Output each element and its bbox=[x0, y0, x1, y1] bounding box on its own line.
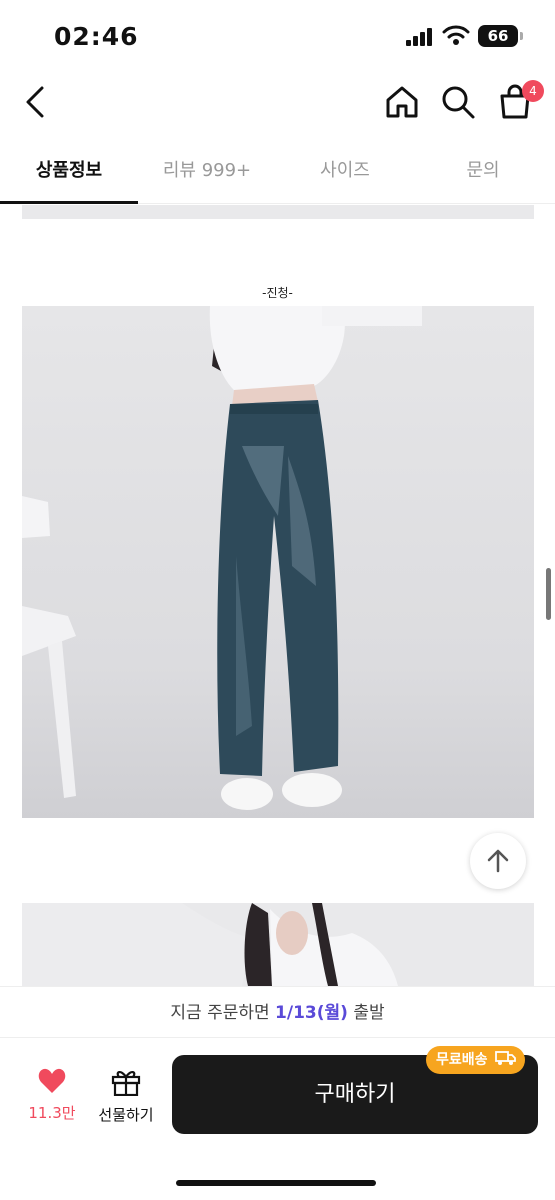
ship-suffix: 출발 bbox=[353, 1003, 385, 1023]
battery-icon: 66 bbox=[478, 25, 523, 47]
tab-reviews[interactable]: 리뷰 999+ bbox=[138, 156, 276, 182]
arrow-up-icon bbox=[487, 849, 509, 873]
tab-inquiry[interactable]: 문의 bbox=[414, 156, 552, 182]
status-time: 02:46 bbox=[54, 22, 139, 51]
tab-product-info[interactable]: 상품정보 bbox=[0, 156, 138, 182]
search-icon[interactable] bbox=[438, 82, 478, 122]
like-button[interactable]: 11.3만 bbox=[22, 1068, 82, 1123]
previous-product-image bbox=[22, 205, 534, 219]
truck-icon bbox=[495, 1051, 517, 1065]
scroll-up-button[interactable] bbox=[470, 833, 526, 889]
heart-icon bbox=[38, 1068, 66, 1093]
ship-date: 1/13(월) bbox=[275, 1003, 348, 1023]
color-caption: -진청- bbox=[262, 286, 293, 300]
product-photo bbox=[22, 306, 534, 818]
home-icon[interactable] bbox=[382, 82, 422, 122]
back-icon[interactable] bbox=[18, 82, 54, 122]
nav-bar bbox=[0, 70, 555, 134]
shipping-estimate: 지금 주문하면 1/13(월) 출발 bbox=[0, 986, 555, 1038]
free-shipping-badge: 무료배송 bbox=[426, 1046, 526, 1074]
next-product-image bbox=[22, 903, 534, 986]
signal-icon bbox=[406, 28, 434, 46]
cart-count-badge: 4 bbox=[522, 80, 544, 102]
gift-icon bbox=[111, 1071, 141, 1097]
status-bar: 02:46 66 bbox=[0, 0, 555, 70]
gift-label: 선물하기 bbox=[98, 1106, 154, 1124]
product-tabs: 상품정보 리뷰 999+ 사이즈 문의 bbox=[0, 146, 555, 204]
free-shipping-label: 무료배송 bbox=[436, 1052, 488, 1068]
active-tab-indicator bbox=[0, 201, 138, 204]
ship-prefix: 지금 주문하면 bbox=[170, 1003, 270, 1023]
scroll-indicator[interactable] bbox=[546, 568, 551, 620]
tab-size[interactable]: 사이즈 bbox=[276, 156, 414, 182]
home-indicator bbox=[176, 1180, 376, 1186]
like-count: 11.3만 bbox=[28, 1104, 76, 1122]
wifi-icon bbox=[442, 25, 470, 45]
gift-button[interactable]: 선물하기 bbox=[92, 1068, 160, 1125]
